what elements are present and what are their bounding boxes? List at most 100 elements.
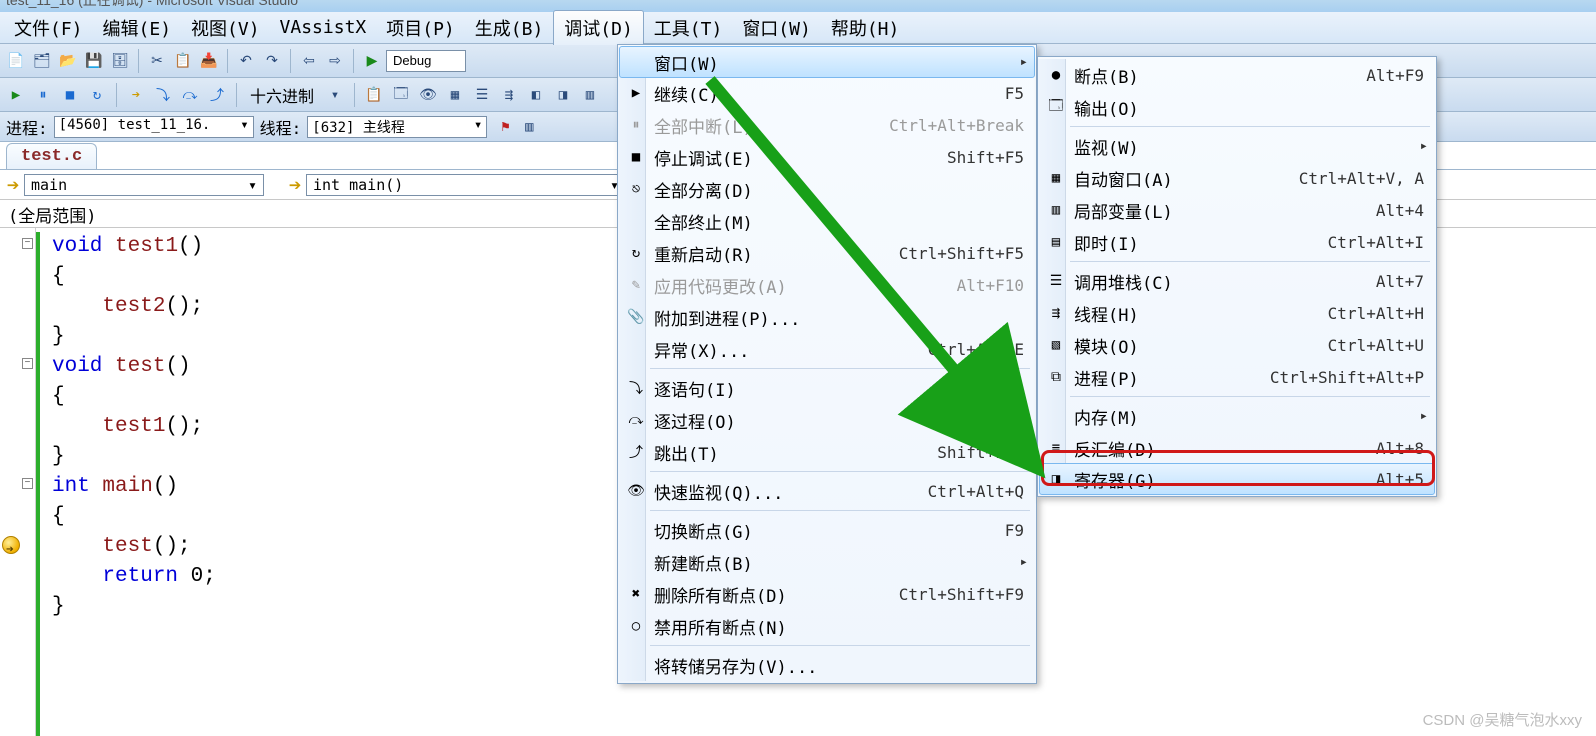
menu-item[interactable]: ⤼逐过程(O)F10	[620, 404, 1034, 436]
menu-item[interactable]: 新建断点(B)▸	[620, 546, 1034, 578]
registers-window-icon[interactable]: ▥	[578, 83, 602, 107]
menu-item[interactable]: ⧉进程(P)Ctrl+Shift+Alt+P	[1040, 361, 1434, 393]
menu-item[interactable]: ●断点(B)Alt+F9	[1040, 59, 1434, 91]
menu-edit[interactable]: 编辑(E)	[93, 11, 182, 45]
disasm-icon: ≡	[1046, 438, 1066, 458]
menu-build[interactable]: 生成(B)	[465, 11, 554, 45]
menu-item[interactable]: ○禁用所有断点(N)	[620, 610, 1034, 642]
step-over-icon[interactable]: ⤼	[178, 83, 202, 107]
copy-icon[interactable]: 📋	[171, 49, 195, 73]
menu-bar: 文件(F) 编辑(E) 视图(V) VAssistX 项目(P) 生成(B) 调…	[0, 12, 1596, 44]
menu-item[interactable]: 📎附加到进程(P)...	[620, 301, 1034, 333]
breakpoints-window-icon[interactable]: 📋	[362, 83, 386, 107]
toolbar-separator	[353, 49, 354, 73]
stop-debug-icon[interactable]: ■	[58, 83, 82, 107]
undo-icon[interactable]: ↶	[234, 49, 258, 73]
menu-item[interactable]: ■停止调试(E)Shift+F5	[620, 141, 1034, 173]
add-item-icon[interactable]: 🗂	[30, 49, 54, 73]
step-out-icon[interactable]: ⤴	[205, 83, 229, 107]
menu-item[interactable]: 🗔输出(O)	[1040, 91, 1434, 123]
menu-item[interactable]: ⎋全部分离(D)	[620, 173, 1034, 205]
menu-item[interactable]: 窗口(W)▸	[619, 46, 1035, 78]
process-combo[interactable]: [4560] test_11_16. ▾	[54, 116, 254, 138]
menu-tools[interactable]: 工具(T)	[644, 11, 733, 45]
menu-item: ⏸全部中断(L)Ctrl+Alt+Break	[620, 109, 1034, 141]
cut-icon[interactable]: ✂	[145, 49, 169, 73]
menu-item[interactable]: 将转储另存为(V)...	[620, 649, 1034, 681]
menu-item-label: 跳出(T)	[654, 440, 874, 465]
menu-item[interactable]: ▧模块(O)Ctrl+Alt+U	[1040, 329, 1434, 361]
current-statement-icon[interactable]	[2, 536, 20, 554]
menu-item[interactable]: 👁快速监视(Q)...Ctrl+Alt+Q	[620, 475, 1034, 507]
menu-item-shortcut: Alt+8	[1274, 439, 1424, 458]
nav-func-icon: ➔	[284, 176, 306, 194]
menu-item[interactable]: 全部终止(M)	[620, 205, 1034, 237]
menu-debug[interactable]: 调试(D)	[553, 10, 644, 45]
hex-dropdown-icon[interactable]: ▾	[323, 83, 347, 107]
nav-fwd-icon[interactable]: ⇨	[323, 49, 347, 73]
menu-item[interactable]: 监视(W)▸	[1040, 130, 1434, 162]
menu-item[interactable]: ✖删除所有断点(D)Ctrl+Shift+F9	[620, 578, 1034, 610]
fold-toggle-icon[interactable]: −	[22, 238, 33, 249]
menu-item[interactable]: ≡反汇编(D)Alt+8	[1040, 432, 1434, 464]
menu-item-label: 全部终止(M)	[654, 209, 874, 234]
menu-item-label: 逐语句(I)	[654, 376, 874, 401]
nav-scope-icon: ➔	[2, 176, 24, 194]
menu-item[interactable]: ▶继续(C)F5	[620, 77, 1034, 109]
menu-item[interactable]: 异常(X)...Ctrl+Alt+E	[620, 333, 1034, 365]
continue-icon[interactable]: ▶	[4, 83, 28, 107]
menu-item[interactable]: ↻重新启动(R)Ctrl+Shift+F5	[620, 237, 1034, 269]
scope-text: (全局范围)	[8, 207, 96, 227]
config-combo[interactable]: Debug	[386, 50, 466, 72]
menu-project[interactable]: 项目(P)	[376, 11, 465, 45]
menu-view[interactable]: 视图(V)	[181, 11, 270, 45]
fold-toggle-icon[interactable]: −	[22, 478, 33, 489]
scope-combo[interactable]: main ▾	[24, 174, 264, 196]
menu-item[interactable]: ⤴跳出(T)Shift+F11	[620, 436, 1034, 468]
new-project-icon[interactable]: 📄	[4, 49, 28, 73]
step-into-icon[interactable]: ⤵	[151, 83, 175, 107]
menu-file[interactable]: 文件(F)	[4, 11, 93, 45]
menu-item[interactable]: ▦自动窗口(A)Ctrl+Alt+V, A	[1040, 162, 1434, 194]
proc-icon: ⧉	[1046, 367, 1066, 387]
menu-window[interactable]: 窗口(W)	[732, 11, 821, 45]
open-icon[interactable]: 📂	[56, 49, 80, 73]
menu-item[interactable]: ☰调用堆栈(C)Alt+7	[1040, 265, 1434, 297]
hex-label[interactable]: 十六进制	[244, 83, 320, 107]
paste-icon[interactable]: 📥	[197, 49, 221, 73]
thread-combo[interactable]: [632] 主线程 ▾	[307, 116, 487, 138]
immediate-window-icon[interactable]: ▦	[443, 83, 467, 107]
menu-item: ✎应用代码更改(A)Alt+F10	[620, 269, 1034, 301]
menu-item[interactable]: ▤即时(I)Ctrl+Alt+I	[1040, 226, 1434, 258]
watch-window-icon[interactable]: 👁	[416, 83, 440, 107]
threads-window-icon[interactable]: ⇶	[497, 83, 521, 107]
redo-icon[interactable]: ↷	[260, 49, 284, 73]
stackframe-icon[interactable]: ▥	[517, 115, 541, 139]
menu-item[interactable]: 切换断点(G)F9	[620, 514, 1034, 546]
start-debug-icon[interactable]: ▶	[360, 49, 384, 73]
menu-item[interactable]: ▥局部变量(L)Alt+4	[1040, 194, 1434, 226]
menu-item-label: 内存(M)	[1074, 404, 1274, 429]
menu-item[interactable]: ⇶线程(H)Ctrl+Alt+H	[1040, 297, 1434, 329]
menu-item[interactable]: ⤵逐语句(I)F11	[620, 372, 1034, 404]
restart-icon[interactable]: ↻	[85, 83, 109, 107]
tab-test-c[interactable]: test.c	[6, 143, 97, 169]
autos-window-icon[interactable]: ◧	[524, 83, 548, 107]
save-icon[interactable]: 💾	[82, 49, 106, 73]
thread-flag-icon[interactable]: ⚑	[493, 115, 517, 139]
output-window-icon[interactable]: 🗔	[389, 83, 413, 107]
fold-toggle-icon[interactable]: −	[22, 358, 33, 369]
save-all-icon[interactable]: 🗄	[108, 49, 132, 73]
menu-item[interactable]: ◨寄存器(G)Alt+5	[1039, 463, 1435, 495]
menu-vassistx[interactable]: VAssistX	[270, 13, 377, 42]
function-combo[interactable]: int main() ▾	[306, 174, 626, 196]
locals-window-icon[interactable]: ◨	[551, 83, 575, 107]
pause-icon[interactable]: ⏸	[31, 83, 55, 107]
nav-back-icon[interactable]: ⇦	[297, 49, 321, 73]
callstack-window-icon[interactable]: ☰	[470, 83, 494, 107]
menu-item-shortcut: Ctrl+Shift+Alt+P	[1270, 368, 1424, 387]
menu-help[interactable]: 帮助(H)	[821, 11, 910, 45]
show-next-icon[interactable]: ➔	[124, 83, 148, 107]
menu-item[interactable]: 内存(M)▸	[1040, 400, 1434, 432]
toolbar-separator	[116, 83, 117, 107]
